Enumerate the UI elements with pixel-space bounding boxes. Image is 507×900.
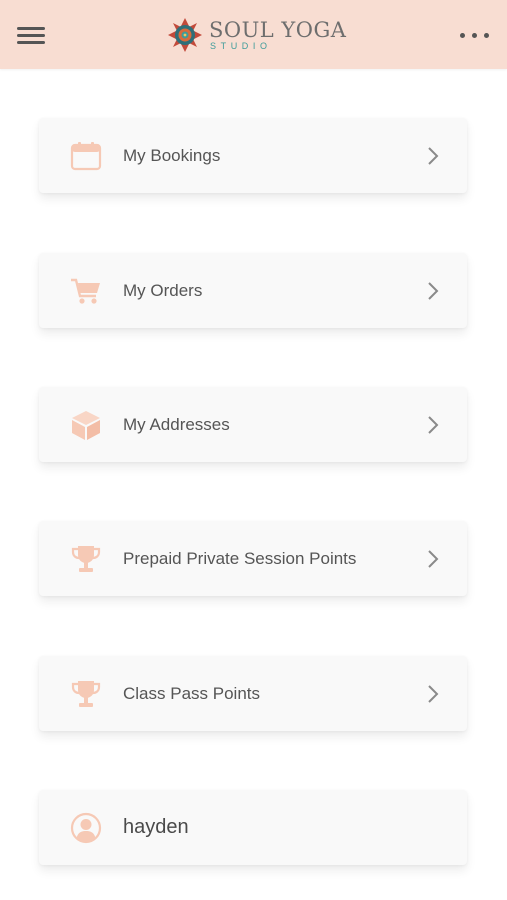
menu-item-class-pass-points[interactable]: Class Pass Points (39, 656, 467, 731)
menu-item-label: My Addresses (123, 415, 230, 434)
menu-item-my-orders[interactable]: My Orders (39, 253, 467, 328)
menu-item-label: Prepaid Private Session Points (123, 549, 357, 568)
mandala-logo-icon (168, 18, 202, 52)
menu-bar-top (17, 27, 45, 30)
chevron-right-icon (428, 550, 439, 568)
more-options-button[interactable] (454, 24, 496, 46)
menu-item-label: Class Pass Points (123, 684, 260, 703)
user-avatar-icon (70, 812, 102, 844)
brand-logo[interactable]: SOUL YOGA STUDIO (167, 15, 346, 55)
brand-title: SOUL YOGA (209, 18, 347, 42)
menu-item-label: My Orders (123, 281, 203, 300)
menu-item-my-bookings[interactable]: My Bookings (39, 118, 467, 193)
trophy-icon (71, 546, 101, 572)
user-profile-card[interactable]: hayden (39, 790, 467, 865)
hamburger-menu-button[interactable] (14, 22, 48, 48)
dot (460, 33, 465, 38)
menu-item-label: My Bookings (123, 146, 221, 165)
chevron-right-icon (428, 282, 439, 300)
dot (472, 33, 477, 38)
cart-icon (71, 278, 100, 304)
box-icon (72, 411, 100, 440)
user-name: hayden (123, 816, 189, 838)
chevron-right-icon (428, 416, 439, 434)
chevron-right-icon (428, 147, 439, 165)
calendar-icon (70, 142, 102, 171)
dot (484, 33, 489, 38)
brand-subtitle: STUDIO (210, 41, 272, 51)
menu-item-prepaid-private-session-points[interactable]: Prepaid Private Session Points (39, 521, 467, 596)
menu-item-my-addresses[interactable]: My Addresses (39, 387, 467, 462)
chevron-right-icon (428, 685, 439, 703)
trophy-icon (71, 681, 101, 707)
app-header: SOUL YOGA STUDIO (0, 0, 507, 69)
menu-bar-middle (17, 34, 45, 37)
menu-bar-bottom (17, 41, 45, 44)
